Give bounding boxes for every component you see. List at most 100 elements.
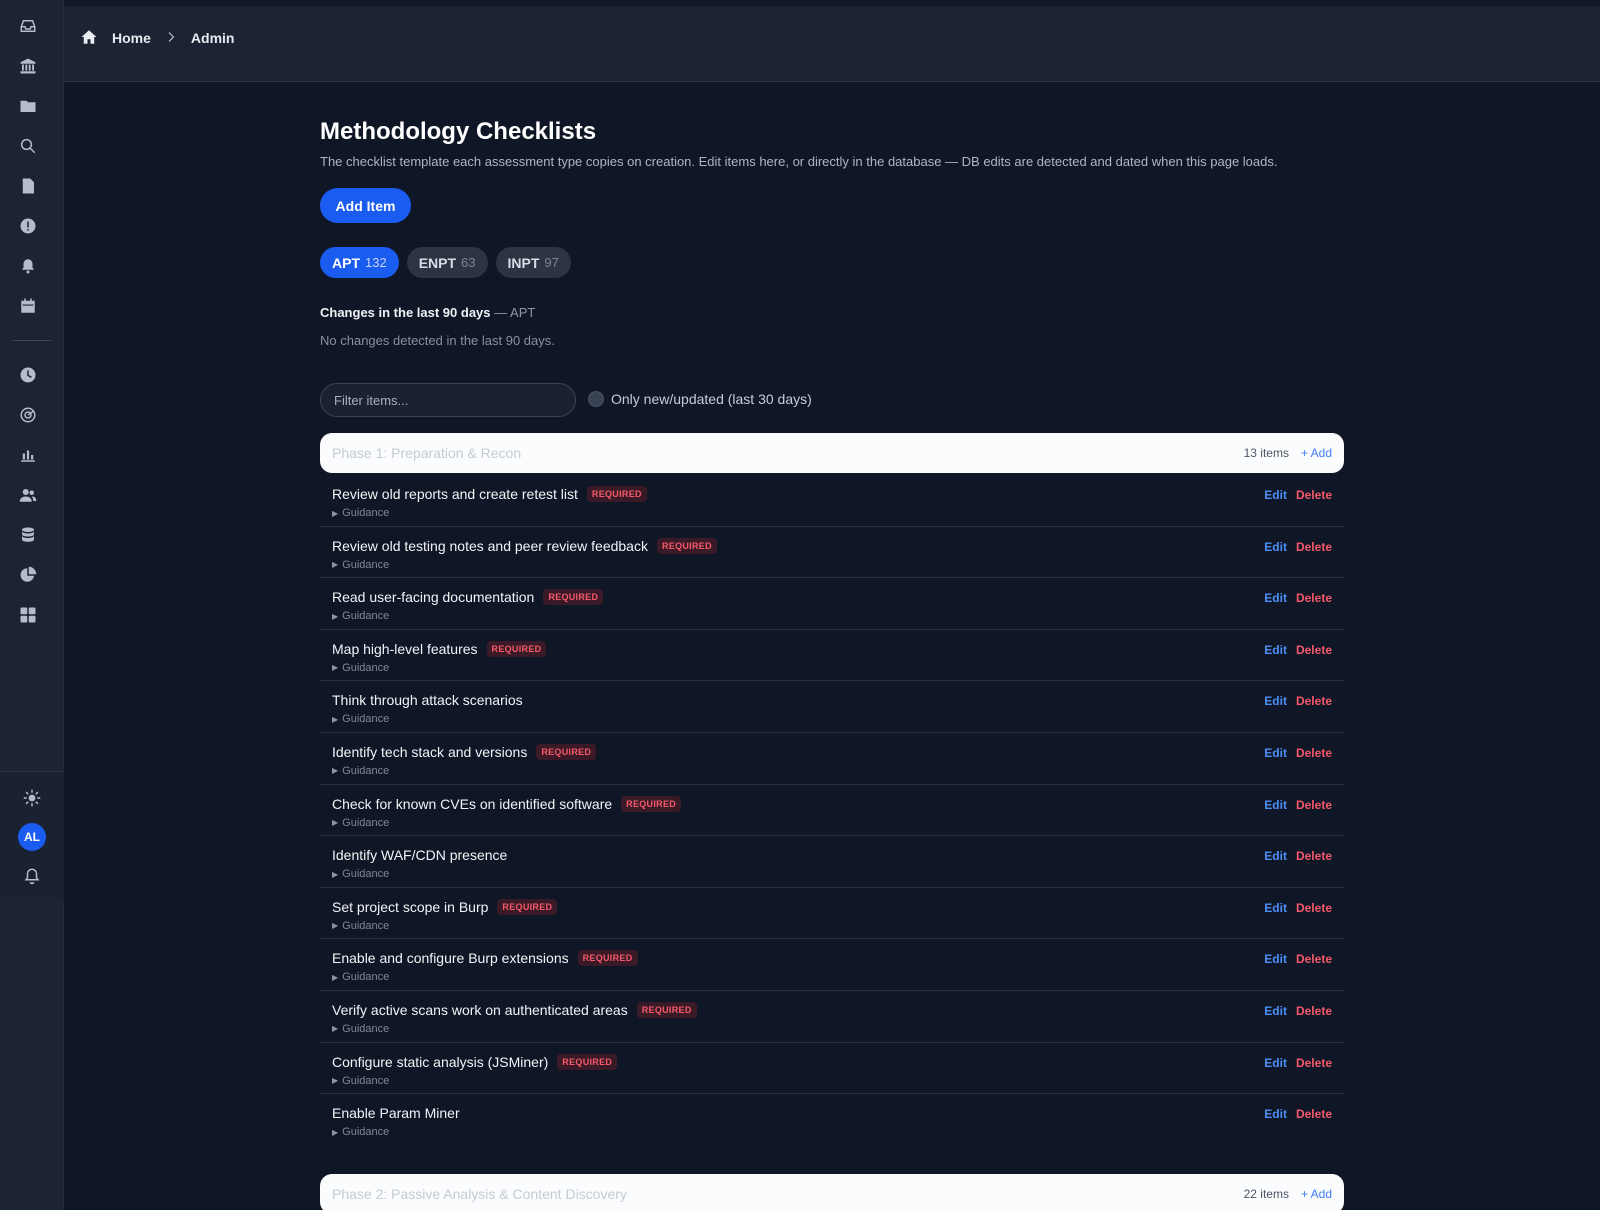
tab-count: 63: [461, 255, 476, 270]
users-icon[interactable]: [16, 483, 40, 507]
chevron-right-icon: [165, 30, 177, 46]
edit-button[interactable]: Edit: [1264, 694, 1287, 708]
edit-button[interactable]: Edit: [1264, 901, 1287, 915]
edit-button[interactable]: Edit: [1264, 1056, 1287, 1070]
guidance-toggle[interactable]: ▶ Guidance: [332, 610, 389, 622]
guidance-toggle[interactable]: ▶ Guidance: [332, 1075, 389, 1087]
home-icon[interactable]: [80, 28, 98, 49]
phase-header: Phase 1: Preparation & Recon 13 items + …: [320, 433, 1344, 473]
breadcrumb-home[interactable]: Home: [112, 30, 151, 46]
tab-count: 97: [544, 255, 559, 270]
add-item-button[interactable]: Add Item: [320, 188, 411, 223]
delete-button[interactable]: Delete: [1296, 952, 1332, 966]
required-badge: REQUIRED: [536, 743, 597, 760]
changes-heading: Changes in the last 90 days — APT: [320, 305, 535, 320]
item-title: Think through attack scenarios: [332, 692, 523, 709]
search-icon[interactable]: [16, 134, 40, 158]
grid-icon[interactable]: [16, 603, 40, 627]
guidance-toggle[interactable]: ▶ Guidance: [332, 1126, 389, 1138]
edit-button[interactable]: Edit: [1264, 591, 1287, 605]
tab-label: INPT: [507, 254, 540, 271]
report-icon[interactable]: [16, 174, 40, 198]
folder-icon[interactable]: [16, 94, 40, 118]
caret-right-icon: ▶: [332, 714, 339, 724]
guidance-label: Guidance: [342, 661, 390, 674]
delete-button[interactable]: Delete: [1296, 1004, 1332, 1018]
edit-button[interactable]: Edit: [1264, 1107, 1287, 1121]
tab-count: 132: [365, 255, 387, 270]
guidance-toggle[interactable]: ▶ Guidance: [332, 713, 389, 725]
tab-inpt[interactable]: INPT 97: [495, 247, 571, 278]
delete-button[interactable]: Delete: [1296, 643, 1332, 657]
pie-chart-icon[interactable]: [16, 563, 40, 587]
caret-right-icon: ▶: [332, 560, 339, 570]
delete-button[interactable]: Delete: [1296, 488, 1332, 502]
delete-button[interactable]: Delete: [1296, 591, 1332, 605]
guidance-toggle[interactable]: ▶ Guidance: [332, 920, 389, 932]
delete-button[interactable]: Delete: [1296, 694, 1332, 708]
toggle-radio[interactable]: [588, 391, 604, 407]
edit-button[interactable]: Edit: [1264, 1004, 1287, 1018]
item-title: Review old testing notes and peer review…: [332, 537, 648, 554]
guidance-toggle[interactable]: ▶ Guidance: [332, 765, 389, 777]
item-title: Enable and configure Burp extensions: [332, 950, 569, 967]
delete-button[interactable]: Delete: [1296, 901, 1332, 915]
page-description: The checklist template each assessment t…: [320, 154, 1278, 169]
bank-icon[interactable]: [16, 54, 40, 78]
top-header: Home Admin: [64, 6, 1600, 82]
toggle-label: Only new/updated (last 30 days): [611, 391, 812, 407]
delete-button[interactable]: Delete: [1296, 1107, 1332, 1121]
delete-button[interactable]: Delete: [1296, 1056, 1332, 1070]
changes-title: Changes in the last 90 days: [320, 305, 491, 320]
notifications-icon[interactable]: [20, 864, 44, 888]
guidance-label: Guidance: [342, 816, 390, 829]
breadcrumb-admin[interactable]: Admin: [191, 30, 235, 46]
calendar-icon[interactable]: [16, 294, 40, 318]
edit-button[interactable]: Edit: [1264, 540, 1287, 554]
item-title: Check for known CVEs on identified softw…: [332, 795, 613, 812]
phase-add-button[interactable]: + Add: [1301, 1187, 1332, 1201]
edit-button[interactable]: Edit: [1264, 643, 1287, 657]
phase-title: Phase 2: Passive Analysis & Content Disc…: [332, 1186, 627, 1202]
filter-input[interactable]: [320, 383, 576, 417]
edit-button[interactable]: Edit: [1264, 746, 1287, 760]
guidance-toggle[interactable]: ▶ Guidance: [332, 662, 389, 674]
tab-apt[interactable]: APT 132: [320, 247, 399, 278]
guidance-toggle[interactable]: ▶ Guidance: [332, 971, 389, 983]
checklist-row: Review old reports and create retest lis…: [320, 475, 1344, 527]
delete-button[interactable]: Delete: [1296, 746, 1332, 760]
sun-icon[interactable]: [20, 786, 44, 810]
checklist-row: Configure static analysis (JSMiner) REQUI…: [320, 1043, 1344, 1095]
bell-icon[interactable]: [16, 254, 40, 278]
chart-icon[interactable]: [16, 443, 40, 467]
guidance-label: Guidance: [342, 1022, 390, 1035]
alert-icon[interactable]: [16, 214, 40, 238]
delete-button[interactable]: Delete: [1296, 798, 1332, 812]
guidance-toggle[interactable]: ▶ Guidance: [332, 1023, 389, 1035]
clock-icon[interactable]: [16, 363, 40, 387]
tab-enpt[interactable]: ENPT 63: [406, 247, 488, 278]
avatar[interactable]: AL: [18, 823, 46, 851]
edit-button[interactable]: Edit: [1264, 849, 1287, 863]
required-badge: REQUIRED: [586, 486, 647, 502]
guidance-toggle[interactable]: ▶ Guidance: [332, 817, 389, 829]
edit-button[interactable]: Edit: [1264, 798, 1287, 812]
edit-button[interactable]: Edit: [1264, 952, 1287, 966]
sidebar: AL: [0, 0, 64, 1210]
guidance-toggle[interactable]: ▶ Guidance: [332, 507, 389, 519]
item-title: Read user-facing documentation: [332, 589, 535, 606]
edit-button[interactable]: Edit: [1264, 488, 1287, 502]
required-badge: REQUIRED: [543, 589, 604, 606]
phase-add-button[interactable]: + Add: [1301, 446, 1332, 460]
database-icon[interactable]: [16, 523, 40, 547]
assessment-type-tabs: APT 132 ENPT 63 INPT 97: [320, 247, 571, 278]
inbox-icon[interactable]: [16, 14, 40, 38]
guidance-toggle[interactable]: ▶ Guidance: [332, 868, 389, 880]
new-updated-toggle[interactable]: Only new/updated (last 30 days): [588, 391, 812, 407]
guidance-toggle[interactable]: ▶ Guidance: [332, 559, 389, 571]
delete-button[interactable]: Delete: [1296, 540, 1332, 554]
radar-icon[interactable]: [16, 403, 40, 427]
delete-button[interactable]: Delete: [1296, 849, 1332, 863]
phase-header: Phase 2: Passive Analysis & Content Disc…: [320, 1174, 1344, 1210]
phase-item-count: 13 items: [1243, 446, 1289, 460]
